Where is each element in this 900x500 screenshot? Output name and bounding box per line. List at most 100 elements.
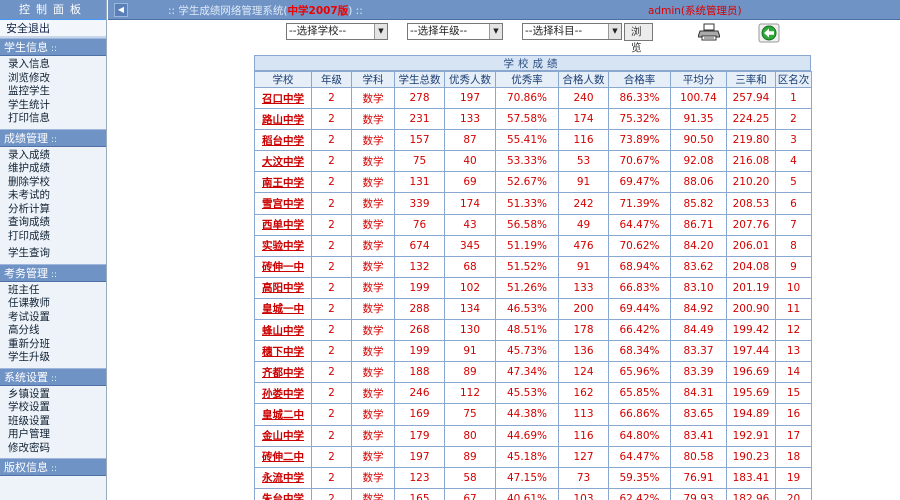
school-link[interactable]: 砖伸二中 bbox=[254, 445, 312, 468]
table-cell: 132 bbox=[394, 255, 445, 278]
table-cell: 80 bbox=[444, 424, 496, 447]
printer-icon[interactable] bbox=[697, 23, 721, 41]
sidebar-menu-item[interactable]: 考试设置 bbox=[8, 311, 106, 325]
column-header: 学科 bbox=[351, 71, 395, 88]
current-user: admin(系统管理员) bbox=[648, 5, 742, 17]
table-cell: 数学 bbox=[351, 213, 395, 236]
table-cell: 46.53% bbox=[495, 297, 559, 321]
school-link[interactable]: 南王中学 bbox=[254, 171, 312, 194]
table-cell: 数学 bbox=[351, 424, 395, 447]
table-row: 砖伸二中 2 数学 197 89 45.18% 127 64.47% 80.58 190.23 18 bbox=[254, 445, 812, 468]
school-link[interactable]: 砖伸一中 bbox=[254, 255, 312, 278]
sidebar-menu-item[interactable]: 删除学校 bbox=[8, 176, 106, 190]
school-link[interactable]: 西单中学 bbox=[254, 213, 312, 236]
sidebar-menu-item[interactable]: 用户管理 bbox=[8, 428, 106, 442]
school-link[interactable]: 路山中学 bbox=[254, 108, 312, 131]
sidebar-menu-item[interactable]: 学生查询 bbox=[8, 247, 106, 261]
sidebar-menu-item[interactable]: 录入信息 bbox=[8, 58, 106, 72]
table-cell: 231 bbox=[394, 108, 445, 131]
table-cell: 数学 bbox=[351, 297, 395, 321]
table-cell: 84.31 bbox=[670, 382, 727, 405]
back-arrow-icon[interactable] bbox=[758, 23, 780, 43]
sidebar-menu-item[interactable]: 学生统计 bbox=[8, 99, 106, 113]
table-cell: 91.35 bbox=[670, 108, 727, 131]
browse-button[interactable]: 浏览 bbox=[624, 23, 653, 54]
column-header: 合格人数 bbox=[558, 71, 609, 88]
table-cell: 70.86% bbox=[495, 86, 559, 110]
sidebar-section-header[interactable]: 版权信息:: bbox=[0, 458, 106, 476]
sidebar-menu-item[interactable]: 学校设置 bbox=[8, 401, 106, 415]
sidebar-menu-item[interactable]: 任课教师 bbox=[8, 297, 106, 311]
sidebar-menu-item[interactable]: 打印信息 bbox=[8, 112, 106, 126]
column-header: 年级 bbox=[311, 71, 352, 88]
table-cell: 69 bbox=[444, 171, 496, 194]
sidebar-menu-item[interactable]: 学生升级 bbox=[8, 351, 106, 365]
school-link[interactable]: 高阳中学 bbox=[254, 276, 312, 299]
school-link[interactable]: 朱台中学 bbox=[254, 487, 312, 500]
sidebar-menu-item[interactable]: 班主任 bbox=[8, 284, 106, 298]
table-cell: 65.96% bbox=[608, 361, 671, 384]
table-cell: 64.47% bbox=[608, 445, 671, 468]
school-link[interactable]: 穗下中学 bbox=[254, 340, 312, 363]
school-select[interactable]: --选择学校-- ▼ bbox=[286, 23, 388, 40]
table-cell: 数学 bbox=[351, 319, 395, 342]
sidebar-section-header[interactable]: 成绩管理:: bbox=[0, 128, 106, 147]
school-link[interactable]: 永流中学 bbox=[254, 466, 312, 489]
chevron-down-icon: ▼ bbox=[489, 24, 502, 39]
sidebar-menu-item[interactable]: 高分线 bbox=[8, 324, 106, 338]
school-link[interactable]: 齐都中学 bbox=[254, 361, 312, 384]
table-cell: 73 bbox=[558, 466, 609, 489]
table-cell: 85.82 bbox=[670, 192, 727, 215]
table-cell: 345 bbox=[444, 234, 496, 257]
school-link[interactable]: 稻台中学 bbox=[254, 129, 312, 152]
sidebar-menu-item[interactable]: 未考试的 bbox=[8, 189, 106, 203]
sidebar-section-header[interactable]: 考务管理:: bbox=[0, 263, 106, 282]
sidebar-menu-item[interactable]: 监控学生 bbox=[8, 85, 106, 99]
table-cell: 207.76 bbox=[726, 213, 776, 236]
sidebar-section-header[interactable]: 系统设置:: bbox=[0, 367, 106, 386]
sidebar-menu-item[interactable]: 分析计算 bbox=[8, 203, 106, 217]
double-chevron-icon: :: bbox=[51, 464, 58, 474]
table-cell: 44.38% bbox=[495, 403, 559, 426]
school-link[interactable]: 皇城一中 bbox=[254, 297, 312, 321]
sidebar-section-title: 学生信息 bbox=[4, 41, 48, 54]
sidebar-menu-item[interactable]: 乡镇设置 bbox=[8, 388, 106, 402]
table-cell: 83.37 bbox=[670, 340, 727, 363]
sidebar-menu-item[interactable]: 班级设置 bbox=[8, 415, 106, 429]
school-link[interactable]: 大汶中学 bbox=[254, 150, 312, 173]
grade-select[interactable]: --选择年级-- ▼ bbox=[407, 23, 503, 40]
table-cell: 59.35% bbox=[608, 466, 671, 489]
sidebar-section-title: 考务管理 bbox=[4, 266, 48, 280]
sidebar-section-items: 乡镇设置 学校设置 班级设置 用户管理 修改密码 bbox=[0, 386, 106, 459]
logout-link[interactable]: 安全退出 bbox=[0, 20, 106, 38]
table-cell: 84.49 bbox=[670, 319, 727, 342]
sidebar-title: 控制面板 bbox=[0, 0, 106, 20]
subject-select[interactable]: --选择科目-- ▼ bbox=[522, 23, 622, 40]
sidebar-menu-item[interactable]: 修改密码 bbox=[8, 442, 106, 456]
school-link[interactable]: 金山中学 bbox=[254, 424, 312, 447]
table-cell: 2 bbox=[311, 276, 352, 299]
sidebar-section-header[interactable]: 学生信息:: bbox=[0, 38, 106, 56]
table-row: 皇城一中 2 数学 288 134 46.53% 200 69.44% 84.92 200.90 1… bbox=[254, 297, 812, 321]
school-link[interactable]: 皇城二中 bbox=[254, 403, 312, 426]
school-link[interactable]: 孙娄中学 bbox=[254, 382, 312, 405]
sidebar-menu-item[interactable]: 打印成绩 bbox=[8, 230, 106, 244]
table-cell: 87 bbox=[444, 129, 496, 152]
collapse-arrow-icon[interactable]: ◀ bbox=[114, 3, 128, 17]
table-cell: 10 bbox=[775, 276, 812, 299]
table-cell: 17 bbox=[775, 424, 812, 447]
table-row: 皇城二中 2 数学 169 75 44.38% 113 66.86% 83.65 194.89 16 bbox=[254, 403, 812, 426]
school-link[interactable]: 召口中学 bbox=[254, 86, 312, 110]
table-row: 齐都中学 2 数学 188 89 47.34% 124 65.96% 83.39 196.69 14 bbox=[254, 361, 812, 384]
school-link[interactable]: 实验中学 bbox=[254, 234, 312, 257]
sidebar-menu-item[interactable]: 浏览修改 bbox=[8, 72, 106, 86]
sidebar-menu-item[interactable]: 查询成绩 bbox=[8, 216, 106, 230]
table-cell: 数学 bbox=[351, 361, 395, 384]
table-row: 召口中学 2 数学 278 197 70.86% 240 86.33% 100.74 257.94… bbox=[254, 86, 812, 110]
sidebar-section-items: 录入成绩 维护成绩 删除学校 未考试的 分析计算 查询成绩 打印成绩学生查询 bbox=[0, 147, 106, 264]
sidebar-menu-item[interactable]: 维护成绩 bbox=[8, 162, 106, 176]
sidebar-menu-item[interactable]: 重新分班 bbox=[8, 338, 106, 352]
sidebar-menu-item[interactable]: 录入成绩 bbox=[8, 149, 106, 163]
school-link[interactable]: 蜂山中学 bbox=[254, 319, 312, 342]
school-link[interactable]: 雪宫中学 bbox=[254, 192, 312, 215]
